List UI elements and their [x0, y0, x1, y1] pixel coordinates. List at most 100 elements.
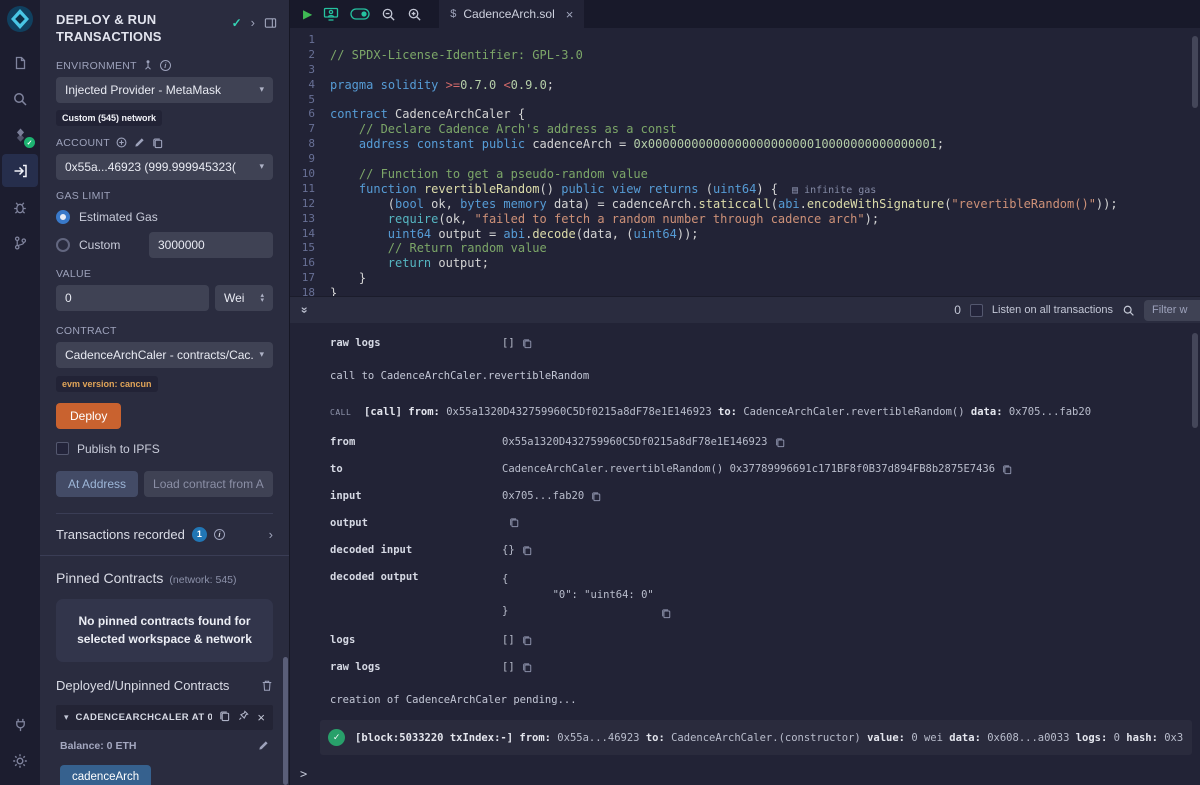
- account-value: 0x55a...46923 (999.999945323(: [65, 160, 253, 174]
- panel-scrollbar[interactable]: [283, 657, 288, 785]
- function-button-cadencearch[interactable]: cadenceArch: [60, 765, 151, 785]
- fork-state-icon[interactable]: [143, 60, 153, 71]
- deploy-run-icon[interactable]: [2, 154, 38, 187]
- remix-logo-icon[interactable]: [6, 5, 34, 33]
- chevron-down-icon[interactable]: ▾: [64, 712, 69, 723]
- deployed-contract-card: ▾ CADENCEARCHCALER AT 0) × Balance: 0 ET…: [56, 705, 273, 785]
- zoom-in-icon[interactable]: [407, 7, 422, 22]
- account-select[interactable]: 0x55a...46923 (999.999945323( ▾: [56, 154, 273, 180]
- terminal-text: call to CadenceArchCaler.revertibleRando…: [330, 370, 1200, 382]
- pin-panel-icon[interactable]: [264, 17, 277, 29]
- terminal-row-from: from0x55a1320D432759960C5Df0215a8dF78e1E…: [330, 428, 1200, 455]
- value-label: VALUE: [56, 268, 91, 280]
- deployed-contracts-title: Deployed/Unpinned Contracts: [56, 678, 229, 693]
- network-badge: Custom (545) network: [56, 110, 162, 126]
- contract-card-header[interactable]: ▾ CADENCEARCHCALER AT 0) ×: [56, 705, 273, 730]
- copy-icon[interactable]: [661, 608, 671, 619]
- caret-down-icon: ▾: [259, 84, 264, 95]
- tab-cadencearch-sol[interactable]: $ CadenceArch.sol ×: [439, 0, 584, 28]
- tab-close-icon[interactable]: ×: [566, 7, 574, 22]
- custom-gas-input[interactable]: [149, 232, 273, 258]
- code-line: 9: [290, 152, 1200, 167]
- terminal-row-raw-logs: raw logs[]: [330, 653, 1200, 680]
- terminal-row-input: input0x705...fab20: [330, 482, 1200, 509]
- info-icon[interactable]: i: [214, 529, 225, 540]
- contract-card-title: CADENCEARCHCALER AT 0): [76, 712, 213, 723]
- trash-icon[interactable]: [261, 679, 273, 692]
- terminal-filter-input[interactable]: [1144, 300, 1200, 321]
- solidity-compiler-icon[interactable]: ✓: [2, 118, 38, 151]
- copy-icon[interactable]: [509, 517, 519, 528]
- caret-down-icon: ▾: [259, 161, 264, 172]
- gas-estimate-hint: ▤ infinite gas: [792, 185, 876, 196]
- code-line: 7 // Declare Cadence Arch's address as a…: [290, 122, 1200, 137]
- debugger-icon[interactable]: [2, 190, 38, 223]
- estimated-gas-label: Estimated Gas: [79, 210, 158, 224]
- solidity-file-icon: $: [450, 8, 456, 20]
- at-address-input[interactable]: [144, 471, 273, 497]
- caret-down-icon: ▾: [259, 349, 264, 360]
- terminal[interactable]: raw logs[] call to CadenceArchCaler.rever…: [290, 323, 1200, 785]
- code-line: 17 }: [290, 271, 1200, 286]
- contract-value: CadenceArchCaler - contracts/Cac...: [65, 348, 253, 362]
- sign-message-icon[interactable]: [134, 137, 145, 148]
- editor-toolbar: ▶ $ CadenceArch.sol ×: [290, 0, 1200, 28]
- chevron-right-icon[interactable]: ›: [251, 15, 255, 30]
- terminal-prompt[interactable]: >: [300, 767, 1200, 781]
- copy-icon[interactable]: [522, 635, 532, 646]
- terminal-scrollbar[interactable]: [1192, 333, 1198, 428]
- copy-icon[interactable]: [591, 491, 601, 502]
- environment-select[interactable]: Injected Provider - MetaMask ▾: [56, 77, 273, 103]
- pin-contract-icon[interactable]: [238, 710, 249, 724]
- code-line: 12 (bool ok, bytes memory data) = cadenc…: [290, 197, 1200, 212]
- custom-gas-radio[interactable]: [56, 238, 70, 252]
- deploy-run-panel: DEPLOY & RUN TRANSACTIONS ✓ › ENVIRONMEN…: [40, 0, 290, 785]
- remix-ide: ✓ DEPLOY & RUN TRANSACTIONS ✓ ›: [0, 0, 1200, 785]
- code-line: 11 function revertibleRandom() public vi…: [290, 182, 1200, 197]
- deploy-button[interactable]: Deploy: [56, 403, 121, 429]
- chevron-right-icon[interactable]: ›: [269, 527, 273, 542]
- copy-icon[interactable]: [522, 338, 532, 349]
- code-line: 14 uint64 output = abi.decode(data, (uin…: [290, 227, 1200, 242]
- terminal-block-confirm: ✓[block:5033220 txIndex:-] from: 0x55a..…: [320, 720, 1192, 755]
- value-input[interactable]: [56, 285, 209, 311]
- copy-account-icon[interactable]: [152, 137, 163, 149]
- at-address-button[interactable]: At Address: [56, 471, 138, 497]
- terminal-search-icon[interactable]: [1122, 304, 1135, 317]
- pinned-contracts-title: Pinned Contracts: [56, 570, 163, 586]
- publish-ipfs-checkbox[interactable]: [56, 442, 69, 455]
- code-line: 10 // Function to get a pseudo-random va…: [290, 167, 1200, 182]
- edit-balance-icon[interactable]: [258, 740, 269, 751]
- file-explorer-icon[interactable]: [2, 46, 38, 79]
- editor-scrollbar[interactable]: [1192, 36, 1198, 108]
- code-line: 8 address constant public cadenceArch = …: [290, 137, 1200, 152]
- copy-icon[interactable]: [522, 545, 532, 556]
- value-unit-select[interactable]: Wei ▴▾: [215, 285, 273, 311]
- copy-icon[interactable]: [522, 662, 532, 673]
- listen-checkbox[interactable]: [970, 304, 983, 317]
- estimated-gas-radio[interactable]: [56, 210, 70, 224]
- assistant-icon[interactable]: [323, 7, 339, 22]
- activity-bar: ✓: [0, 0, 40, 785]
- copy-address-icon[interactable]: [219, 710, 230, 725]
- collapse-terminal-icon[interactable]: «: [296, 307, 310, 314]
- terminal-row-decoded-output: decoded output{ "0": "uint64: 0" }: [330, 563, 1200, 626]
- info-icon[interactable]: i: [160, 60, 171, 71]
- plugin-manager-icon[interactable]: [2, 708, 38, 741]
- copy-icon[interactable]: [775, 437, 785, 448]
- toggle-icon[interactable]: [350, 8, 370, 20]
- contract-select[interactable]: CadenceArchCaler - contracts/Cac... ▾: [56, 342, 273, 368]
- search-icon[interactable]: [2, 82, 38, 115]
- transactions-recorded-label: Transactions recorded: [56, 527, 185, 542]
- run-script-icon[interactable]: ▶: [303, 7, 312, 21]
- copy-icon[interactable]: [1002, 464, 1012, 475]
- code-editor[interactable]: 12// SPDX-License-Identifier: GPL-3.034p…: [290, 28, 1200, 296]
- zoom-out-icon[interactable]: [381, 7, 396, 22]
- main-area: ▶ $ CadenceArch.sol × 12// SPDX-License-…: [290, 0, 1200, 785]
- remove-contract-icon[interactable]: ×: [257, 710, 265, 725]
- custom-gas-label: Custom: [79, 238, 120, 252]
- add-account-icon[interactable]: [116, 137, 127, 148]
- settings-icon[interactable]: [2, 744, 38, 777]
- git-icon[interactable]: [2, 226, 38, 259]
- code-line: 15 // Return random value: [290, 241, 1200, 256]
